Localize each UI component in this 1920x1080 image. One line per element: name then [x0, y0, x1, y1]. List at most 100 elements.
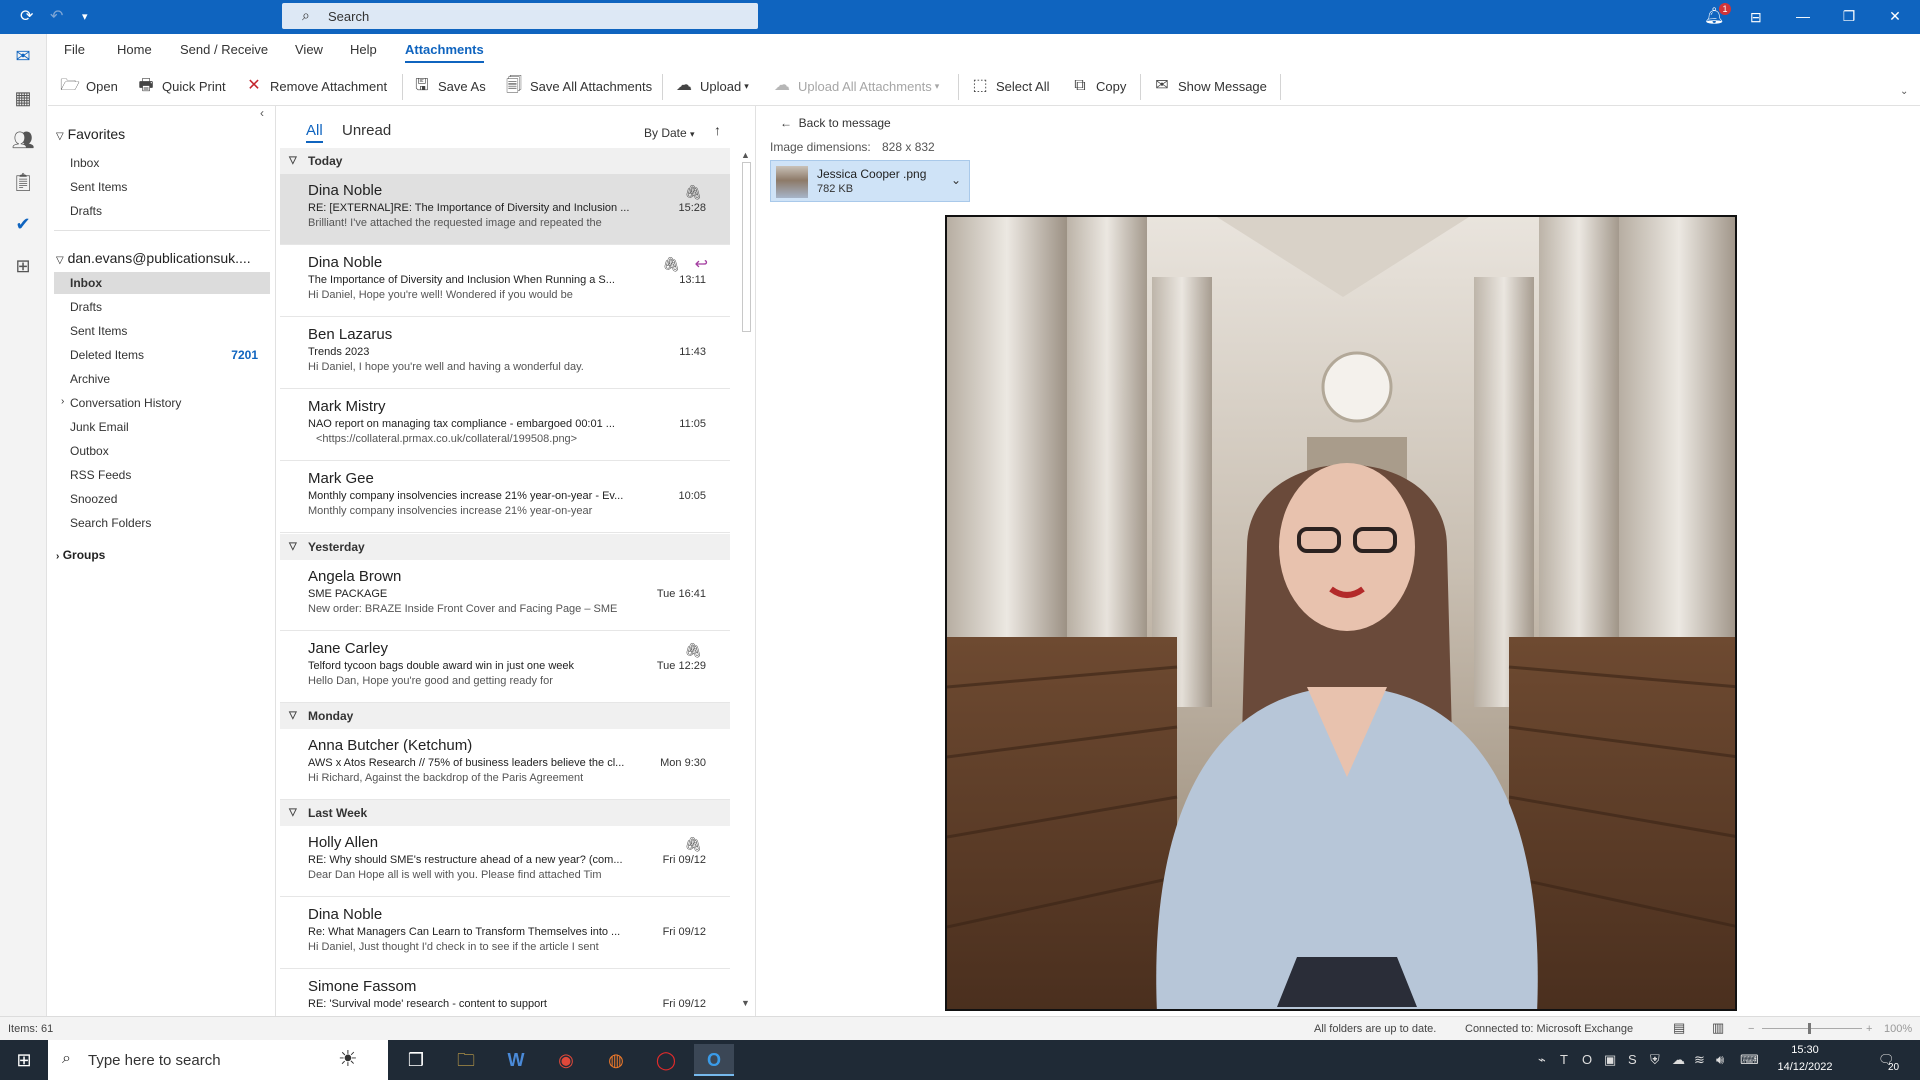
favorite-inbox[interactable]: Inbox: [70, 156, 99, 170]
favorite-sent-items[interactable]: Sent Items: [70, 180, 127, 194]
opera-icon[interactable]: ◯: [646, 1044, 686, 1076]
chrome-icon[interactable]: ◉: [546, 1044, 586, 1076]
sort-dropdown[interactable]: By Date ▾: [644, 126, 695, 140]
firefox-icon[interactable]: ◍: [596, 1044, 636, 1076]
favorites-header[interactable]: ▽ Favorites: [56, 126, 125, 142]
message-list-scrollbar[interactable]: ▲ ▼: [738, 148, 754, 1014]
tab-view[interactable]: View: [295, 42, 323, 57]
network-icon[interactable]: ⌁: [1538, 1052, 1546, 1068]
folder-archive[interactable]: Archive: [70, 372, 110, 386]
tab-help[interactable]: Help: [350, 42, 377, 57]
action-icon[interactable]: ⌨: [1740, 1052, 1759, 1068]
restore-button[interactable]: ❐: [1826, 0, 1872, 34]
chevron-down-icon[interactable]: ⌄: [951, 173, 961, 187]
tasks-icon[interactable]: 📋︎: [11, 170, 35, 194]
folder-deleted-items[interactable]: Deleted Items 7201: [70, 348, 270, 362]
message-row[interactable]: Dina Noble RE: [EXTERNAL]RE: The Importa…: [280, 174, 730, 245]
todo-check-icon[interactable]: ✔: [11, 212, 35, 236]
message-row[interactable]: Anna Butcher (Ketchum) AWS x Atos Resear…: [280, 729, 730, 800]
defender-icon[interactable]: ⛨: [1650, 1052, 1660, 1068]
back-to-message-link[interactable]: ← Back to message: [780, 116, 891, 130]
reading-view-icon[interactable]: ▥: [1712, 1020, 1724, 1036]
group-header-monday[interactable]: ▽ Monday: [280, 703, 730, 729]
account-header[interactable]: ▽ dan.evans@publicationsuk....: [56, 250, 251, 266]
ribbon-display-icon[interactable]: ⊟: [1750, 7, 1762, 27]
tab-send-receive[interactable]: Send / Receive: [180, 42, 268, 57]
message-row[interactable]: Angela Brown SME PACKAGE New order: BRAZ…: [280, 560, 730, 631]
zoom-level[interactable]: 100%: [1884, 1023, 1912, 1035]
folder-search-folders[interactable]: Search Folders: [70, 516, 151, 530]
tab-attachments[interactable]: Attachments: [405, 42, 484, 63]
collapse-pane-icon[interactable]: ‹: [260, 106, 264, 120]
minimize-button[interactable]: —: [1780, 0, 1826, 34]
upload-all-attachments-button[interactable]: ☁ Upload All Attachments ▾: [772, 75, 939, 97]
group-header-last-week[interactable]: ▽ Last Week: [280, 800, 730, 826]
volume-icon[interactable]: 🔊︎: [1716, 1052, 1724, 1068]
people-icon[interactable]: 👥︎: [11, 128, 35, 152]
search-input[interactable]: ⌕ Search: [282, 3, 758, 29]
upload-button[interactable]: ☁ Upload ▾: [674, 75, 749, 97]
close-button[interactable]: ✕: [1872, 0, 1918, 34]
zoom-in-icon[interactable]: +: [1866, 1023, 1872, 1035]
message-row[interactable]: Dina Noble The Importance of Diversity a…: [280, 246, 730, 317]
group-header-today[interactable]: ▽ Today: [280, 148, 730, 174]
scroll-thumb[interactable]: [742, 162, 751, 332]
scroll-up-icon[interactable]: ▲: [741, 150, 750, 160]
clock-time[interactable]: 15:30: [1779, 1044, 1831, 1056]
apps-icon[interactable]: ⊞: [11, 254, 35, 278]
undo-icon[interactable]: ↶: [50, 7, 63, 27]
word-icon[interactable]: W: [496, 1044, 536, 1076]
groups-header[interactable]: › Groups: [56, 548, 105, 562]
skype-icon[interactable]: S: [1628, 1052, 1637, 1067]
outlook-tray-icon[interactable]: O: [1582, 1052, 1592, 1067]
message-row[interactable]: Mark Mistry NAO report on managing tax c…: [280, 390, 730, 461]
message-row[interactable]: Dina Noble Re: What Managers Can Learn t…: [280, 898, 730, 969]
windows-start-icon[interactable]: ⊞: [4, 1044, 44, 1076]
folder-inbox[interactable]: Inbox: [54, 272, 270, 294]
quick-print-button[interactable]: 🖶 Quick Print: [136, 75, 225, 97]
task-view-icon[interactable]: ❒: [396, 1044, 436, 1076]
tab-file[interactable]: File: [64, 42, 85, 57]
sort-direction-icon[interactable]: ↑: [714, 122, 721, 138]
message-row[interactable]: Mark Gee Monthly company insolvencies in…: [280, 462, 730, 533]
wifi-icon[interactable]: ≋: [1694, 1052, 1705, 1068]
zoom-slider-thumb[interactable]: [1808, 1023, 1811, 1034]
folder-drafts[interactable]: Drafts: [70, 300, 102, 314]
favorite-drafts[interactable]: Drafts: [70, 204, 102, 218]
folder-conversation-history[interactable]: › Conversation History: [61, 396, 181, 410]
ribbon-collapse-icon[interactable]: ⌄: [1900, 86, 1908, 97]
zoom-out-icon[interactable]: −: [1748, 1023, 1754, 1035]
show-message-button[interactable]: ✉ Show Message: [1152, 75, 1267, 97]
onedrive-icon[interactable]: ☁: [1672, 1052, 1685, 1068]
tab-home[interactable]: Home: [117, 42, 152, 57]
normal-view-icon[interactable]: ▤: [1673, 1020, 1685, 1036]
save-all-attachments-button[interactable]: 🗐 Save All Attachments: [504, 75, 652, 97]
filter-all-tab[interactable]: All: [306, 122, 323, 143]
app-tray-icon[interactable]: ▣: [1604, 1052, 1616, 1068]
folder-sent-items[interactable]: Sent Items: [70, 324, 127, 338]
zoom-slider[interactable]: [1762, 1028, 1862, 1029]
message-row[interactable]: Simone Fassom RE: 'Survival mode' resear…: [280, 970, 730, 1016]
folder-rss-feeds[interactable]: RSS Feeds: [70, 468, 131, 482]
outlook-icon[interactable]: O: [694, 1044, 734, 1076]
copy-button[interactable]: ⧉ Copy: [1070, 75, 1126, 97]
folder-junk-email[interactable]: Junk Email: [70, 420, 129, 434]
attachment-chip[interactable]: Jessica Cooper .png 782 KB ⌄: [770, 160, 970, 202]
taskbar-search-input[interactable]: ⌕ Type here to search ☀: [48, 1040, 388, 1080]
file-explorer-icon[interactable]: 🗀: [446, 1044, 486, 1076]
save-as-button[interactable]: 🖫 Save As: [412, 75, 486, 97]
select-all-button[interactable]: ⬚ Select All: [970, 75, 1049, 97]
folder-outbox[interactable]: Outbox: [70, 444, 109, 458]
scroll-down-icon[interactable]: ▼: [741, 998, 750, 1008]
mail-icon[interactable]: ✉: [11, 44, 35, 68]
sync-icon[interactable]: ⟳: [20, 7, 33, 27]
remove-attachment-button[interactable]: ✕ Remove Attachment: [244, 75, 387, 97]
calendar-icon[interactable]: ▦: [11, 86, 35, 110]
quick-access-dropdown-icon[interactable]: ▾: [82, 7, 88, 27]
teams-icon[interactable]: T: [1560, 1052, 1568, 1067]
filter-unread-tab[interactable]: Unread: [342, 122, 391, 139]
message-row[interactable]: Ben Lazarus Trends 2023 Hi Daniel, I hop…: [280, 318, 730, 389]
message-row[interactable]: Jane Carley Telford tycoon bags double a…: [280, 632, 730, 703]
folder-snoozed[interactable]: Snoozed: [70, 492, 117, 506]
clock-date[interactable]: 14/12/2022: [1774, 1061, 1836, 1073]
